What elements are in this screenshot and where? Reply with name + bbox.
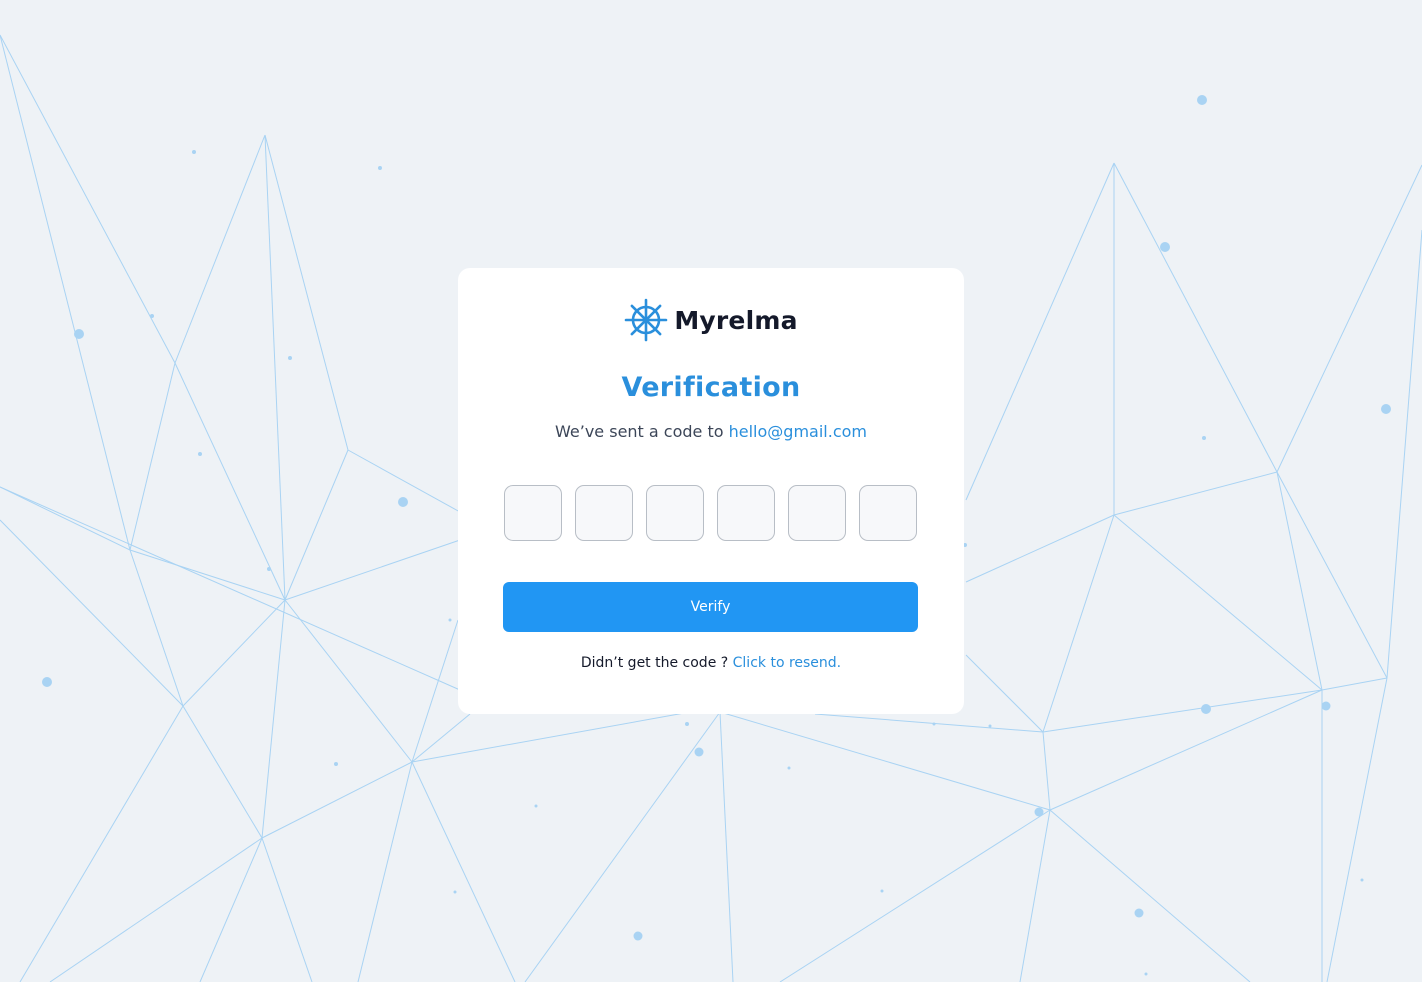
- resend-link[interactable]: Click to resend.: [733, 655, 842, 671]
- code-input-group: [504, 485, 917, 541]
- code-digit-1[interactable]: [504, 485, 562, 541]
- code-sent-prefix: We’ve sent a code to: [555, 422, 724, 441]
- page-title: Verification: [621, 372, 801, 403]
- recipient-email: hello@gmail.com: [728, 422, 867, 441]
- ship-wheel-icon: [625, 298, 668, 342]
- verification-card: Myrelma Verification We’ve sent a code t…: [458, 268, 964, 714]
- verify-button[interactable]: Verify: [503, 582, 918, 632]
- code-sent-message: We’ve sent a code to hello@gmail.com: [458, 422, 964, 441]
- code-digit-4[interactable]: [717, 485, 775, 541]
- code-digit-2[interactable]: [575, 485, 633, 541]
- resend-prompt: Didn’t get the code ?: [580, 655, 729, 671]
- code-digit-5[interactable]: [788, 485, 846, 541]
- code-digit-6[interactable]: [859, 485, 917, 541]
- brand-name: Myrelma: [674, 305, 798, 335]
- brand: Myrelma: [458, 298, 964, 342]
- code-digit-3[interactable]: [646, 485, 704, 541]
- resend-row: Didn’t get the code ? Click to resend.: [458, 655, 964, 671]
